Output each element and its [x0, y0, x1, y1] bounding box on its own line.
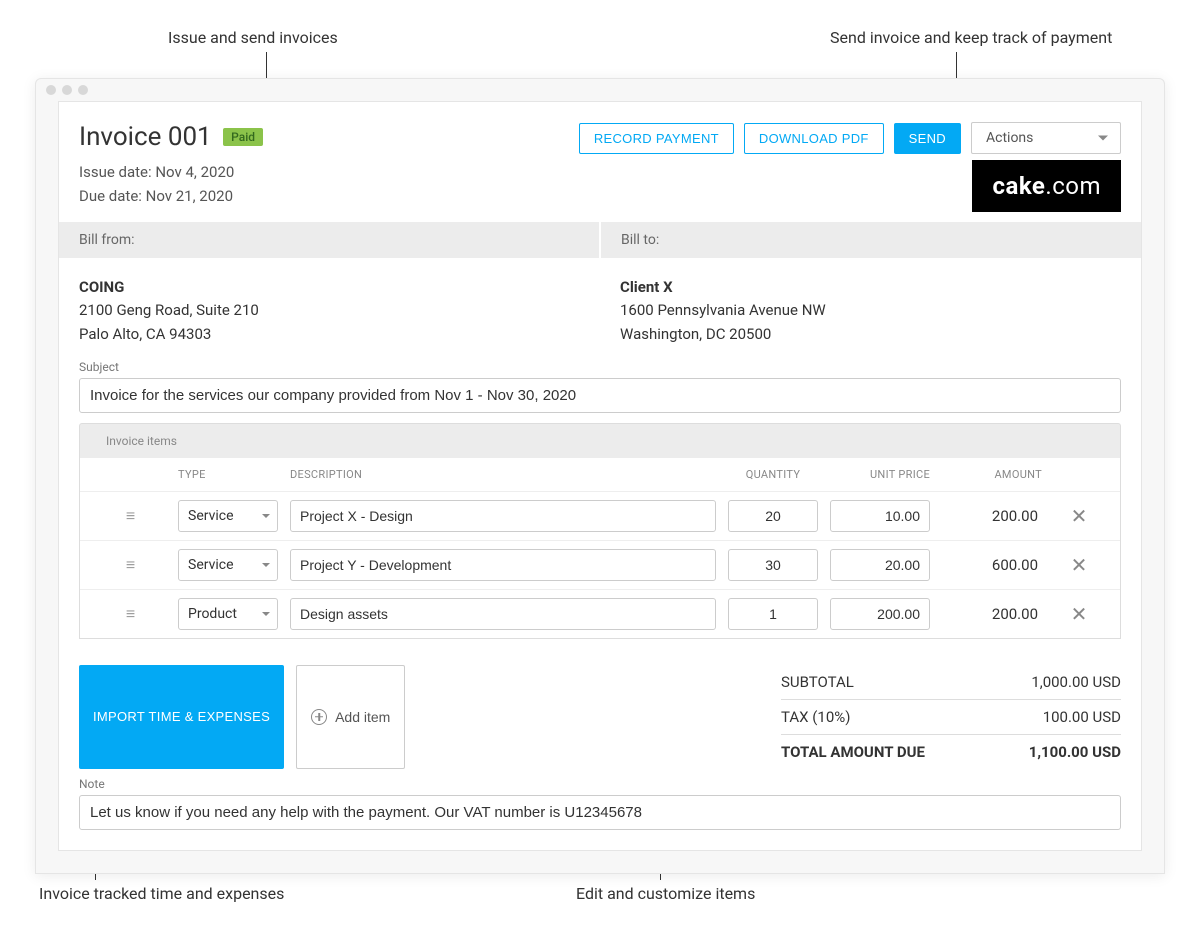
quantity-input[interactable] — [728, 549, 818, 581]
item-row: ≡ Service 200.00 ✕ — [80, 492, 1120, 541]
toolbar: RECORD PAYMENT DOWNLOAD PDF SEND Actions — [579, 122, 1121, 154]
chevron-down-icon — [262, 563, 270, 567]
import-time-expenses-button[interactable]: IMPORT TIME & EXPENSES — [79, 665, 284, 769]
remove-row-button[interactable]: ✕ — [1054, 553, 1104, 577]
col-unit-price: UNIT PRICE — [830, 468, 930, 481]
items-columns-header: TYPE DESCRIPTION QUANTITY UNIT PRICE AMO… — [80, 458, 1120, 492]
description-input[interactable] — [290, 549, 716, 581]
type-select[interactable]: Product — [178, 598, 278, 630]
subject-input[interactable] — [79, 378, 1121, 413]
col-type: TYPE — [178, 468, 278, 481]
bill-from-name: COING — [79, 276, 580, 299]
unit-price-input[interactable] — [830, 549, 930, 581]
logo-tld: .com — [1045, 172, 1101, 200]
window-titlebar — [36, 79, 1164, 101]
drag-handle-icon[interactable]: ≡ — [96, 506, 166, 526]
type-value: Service — [188, 508, 234, 524]
traffic-light — [78, 85, 88, 95]
plus-circle-icon — [311, 709, 327, 725]
amount-value: 600.00 — [942, 556, 1042, 574]
unit-price-input[interactable] — [830, 500, 930, 532]
drag-handle-icon[interactable]: ≡ — [96, 555, 166, 575]
bill-to-name: Client X — [620, 276, 1121, 299]
chevron-down-icon — [1098, 136, 1108, 141]
unit-price-input[interactable] — [830, 598, 930, 630]
item-row: ≡ Product 200.00 ✕ — [80, 590, 1120, 638]
tax-label: TAX (10%) — [781, 708, 851, 726]
amount-value: 200.00 — [942, 605, 1042, 623]
total-value: 1,100.00 USD — [1029, 743, 1121, 761]
traffic-light — [46, 85, 56, 95]
download-pdf-button[interactable]: DOWNLOAD PDF — [744, 123, 884, 154]
bill-to-line1: 1600 Pennsylvania Avenue NW — [620, 299, 1121, 322]
logo-brand: cake — [992, 172, 1045, 200]
description-input[interactable] — [290, 598, 716, 630]
col-quantity: QUANTITY — [728, 468, 818, 481]
invoice-title: Invoice 001 — [79, 122, 212, 152]
invoice-panel: Invoice 001 Paid RECORD PAYMENT DOWNLOAD… — [58, 101, 1142, 851]
note-label: Note — [79, 777, 1121, 791]
type-select[interactable]: Service — [178, 549, 278, 581]
app-window: Invoice 001 Paid RECORD PAYMENT DOWNLOAD… — [35, 78, 1165, 874]
actions-label: Actions — [986, 130, 1033, 146]
bill-to-header: Bill to: — [601, 222, 1141, 258]
quantity-input[interactable] — [728, 598, 818, 630]
invoice-items-heading: Invoice items — [79, 423, 1121, 458]
add-item-label: Add item — [335, 709, 390, 725]
col-amount: AMOUNT — [942, 468, 1042, 481]
type-select[interactable]: Service — [178, 500, 278, 532]
quantity-input[interactable] — [728, 500, 818, 532]
tax-value: 100.00 USD — [1043, 708, 1121, 726]
issue-date-label: Issue date: — [79, 163, 155, 181]
total-label: TOTAL AMOUNT DUE — [781, 743, 925, 761]
invoice-meta: Issue date: Nov 4, 2020 Due date: Nov 21… — [79, 160, 234, 208]
actions-dropdown[interactable]: Actions — [971, 122, 1121, 154]
remove-row-button[interactable]: ✕ — [1054, 602, 1104, 626]
note-input[interactable] — [79, 795, 1121, 830]
subtotal-label: SUBTOTAL — [781, 673, 854, 691]
chevron-down-icon — [262, 612, 270, 616]
bill-to-line2: Washington, DC 20500 — [620, 323, 1121, 346]
totals-block: SUBTOTAL 1,000.00 USD TAX (10%) 100.00 U… — [781, 665, 1121, 769]
bill-from-body: COING 2100 Geng Road, Suite 210 Palo Alt… — [59, 276, 600, 346]
send-button[interactable]: SEND — [894, 123, 961, 154]
drag-handle-icon[interactable]: ≡ — [96, 604, 166, 624]
due-date-label: Due date: — [79, 187, 146, 205]
type-value: Service — [188, 557, 234, 573]
bill-from-line1: 2100 Geng Road, Suite 210 — [79, 299, 580, 322]
bill-to-body: Client X 1600 Pennsylvania Avenue NW Was… — [600, 276, 1141, 346]
traffic-light — [62, 85, 72, 95]
annotation-issue-invoices: Issue and send invoices — [168, 28, 338, 47]
description-input[interactable] — [290, 500, 716, 532]
subject-label: Subject — [79, 360, 1121, 374]
col-description: DESCRIPTION — [290, 468, 716, 481]
subtotal-value: 1,000.00 USD — [1031, 673, 1121, 691]
type-value: Product — [188, 606, 237, 622]
annotation-customize-items: Edit and customize items — [576, 884, 755, 903]
due-date-value: Nov 21, 2020 — [146, 187, 233, 205]
annotation-tracked-time: Invoice tracked time and expenses — [39, 884, 284, 903]
status-badge: Paid — [223, 128, 263, 146]
amount-value: 200.00 — [942, 507, 1042, 525]
company-logo: cake.com — [972, 160, 1121, 212]
remove-row-button[interactable]: ✕ — [1054, 504, 1104, 528]
item-row: ≡ Service 600.00 ✕ — [80, 541, 1120, 590]
bill-from-line2: Palo Alto, CA 94303 — [79, 323, 580, 346]
bill-from-header: Bill from: — [59, 222, 601, 258]
annotation-track-payment: Send invoice and keep track of payment — [830, 28, 1112, 47]
record-payment-button[interactable]: RECORD PAYMENT — [579, 123, 734, 154]
invoice-items-table: TYPE DESCRIPTION QUANTITY UNIT PRICE AMO… — [79, 458, 1121, 639]
bill-headers: Bill from: Bill to: — [59, 222, 1141, 258]
issue-date-value: Nov 4, 2020 — [155, 163, 234, 181]
add-item-button[interactable]: Add item — [296, 665, 405, 769]
chevron-down-icon — [262, 514, 270, 518]
